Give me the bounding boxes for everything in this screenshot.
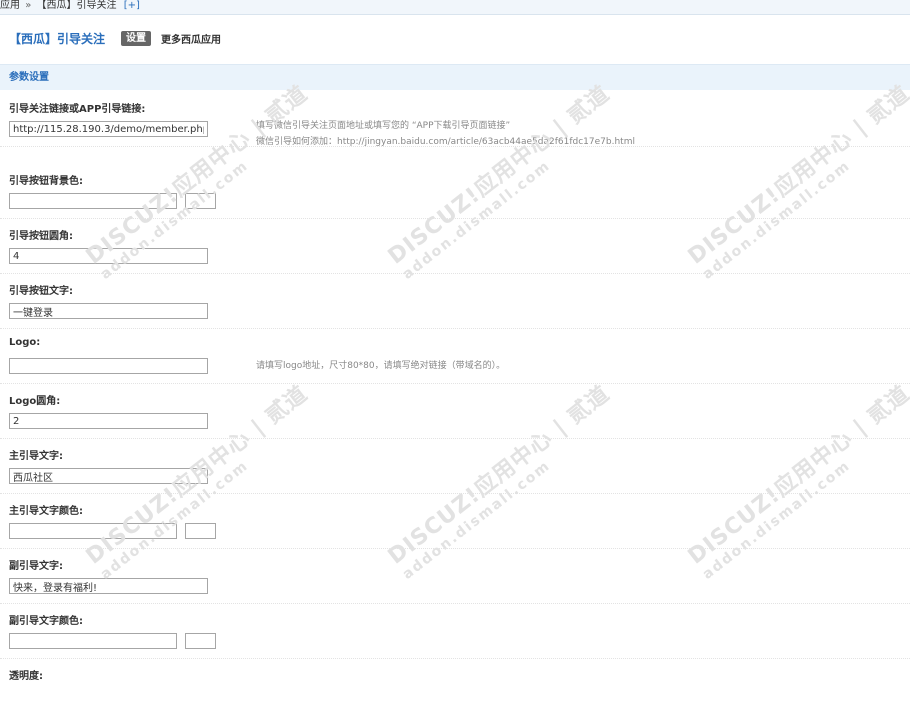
field-label: 引导按钮圆角: xyxy=(9,231,73,242)
field-tip: 填写微信引导关注页面地址或填写您的 “APP下载引导页面链接” 微信引导如何添加… xyxy=(256,118,635,150)
form-row-button-text: 引导按钮文字: xyxy=(0,274,910,329)
field-tip: 请填写logo地址，尺寸80*80，请填写绝对链接（带域名的）。 xyxy=(256,361,506,371)
breadcrumb-current: 【西瓜】引导关注 xyxy=(36,0,117,11)
field-label: 引导关注链接或APP引导链接: xyxy=(9,104,146,115)
tip-line: 填写微信引导关注页面地址或填写您的 “APP下载引导页面链接” xyxy=(256,121,511,131)
main-text-input[interactable] xyxy=(9,468,208,484)
form-row-button-bg-color: 引导按钮背景色: xyxy=(0,164,910,219)
color-picker-button[interactable] xyxy=(185,633,216,649)
page-title: 【西瓜】引导关注 xyxy=(9,31,106,46)
breadcrumb-root-link[interactable]: 应用 xyxy=(0,0,20,11)
logo-radius-input[interactable] xyxy=(9,413,208,429)
form-row-logo-radius: Logo圆角: xyxy=(0,384,910,439)
sub-text-input[interactable] xyxy=(9,578,208,594)
form-row-guide-link: 引导关注链接或APP引导链接: 填写微信引导关注页面地址或填写您的 “APP下载… xyxy=(0,92,910,147)
field-label: 引导按钮文字: xyxy=(9,286,73,297)
breadcrumb-separator: » xyxy=(25,0,32,11)
button-bg-color-input[interactable] xyxy=(9,193,177,209)
button-text-input[interactable] xyxy=(9,303,208,319)
form-row-sub-text-color: 副引导文字颜色: xyxy=(0,604,910,659)
field-label: 副引导文字颜色: xyxy=(9,616,83,627)
form-row-button-radius: 引导按钮圆角: xyxy=(0,219,910,274)
field-label: 引导按钮背景色: xyxy=(9,176,83,187)
field-label: 透明度: xyxy=(9,671,43,682)
form-row-logo: Logo: 请填写logo地址，尺寸80*80，请填写绝对链接（带域名的）。 xyxy=(0,329,910,384)
form-row-sub-text: 副引导文字: xyxy=(0,549,910,604)
add-shortcut-link[interactable]: [+] xyxy=(124,0,140,11)
guide-link-input[interactable] xyxy=(9,121,208,137)
sub-text-color-input[interactable] xyxy=(9,633,177,649)
breadcrumb: 应用 » 【西瓜】引导关注 [+] xyxy=(0,0,910,15)
tip-line: 微信引导如何添加：http://jingyan.baidu.com/articl… xyxy=(256,137,635,147)
field-label: Logo: xyxy=(9,337,41,348)
settings-button[interactable]: 设置 xyxy=(121,30,152,46)
logo-url-input[interactable] xyxy=(9,358,208,374)
button-radius-input[interactable] xyxy=(9,248,208,264)
field-label: 主引导文字颜色: xyxy=(9,506,83,517)
form-row-opacity: 透明度: xyxy=(0,659,910,714)
section-title: 参数设置 xyxy=(0,64,910,90)
form-row-main-text: 主引导文字: xyxy=(0,439,910,494)
color-picker-button[interactable] xyxy=(185,193,216,209)
color-picker-button[interactable] xyxy=(185,523,216,539)
field-label: Logo圆角: xyxy=(9,396,61,407)
field-label: 主引导文字: xyxy=(9,451,63,462)
more-apps-link[interactable]: 更多西瓜应用 xyxy=(161,31,221,46)
page-header: 【西瓜】引导关注 设置 更多西瓜应用 xyxy=(0,27,910,49)
main-text-color-input[interactable] xyxy=(9,523,177,539)
field-label: 副引导文字: xyxy=(9,561,63,572)
form-row-main-text-color: 主引导文字颜色: xyxy=(0,494,910,549)
